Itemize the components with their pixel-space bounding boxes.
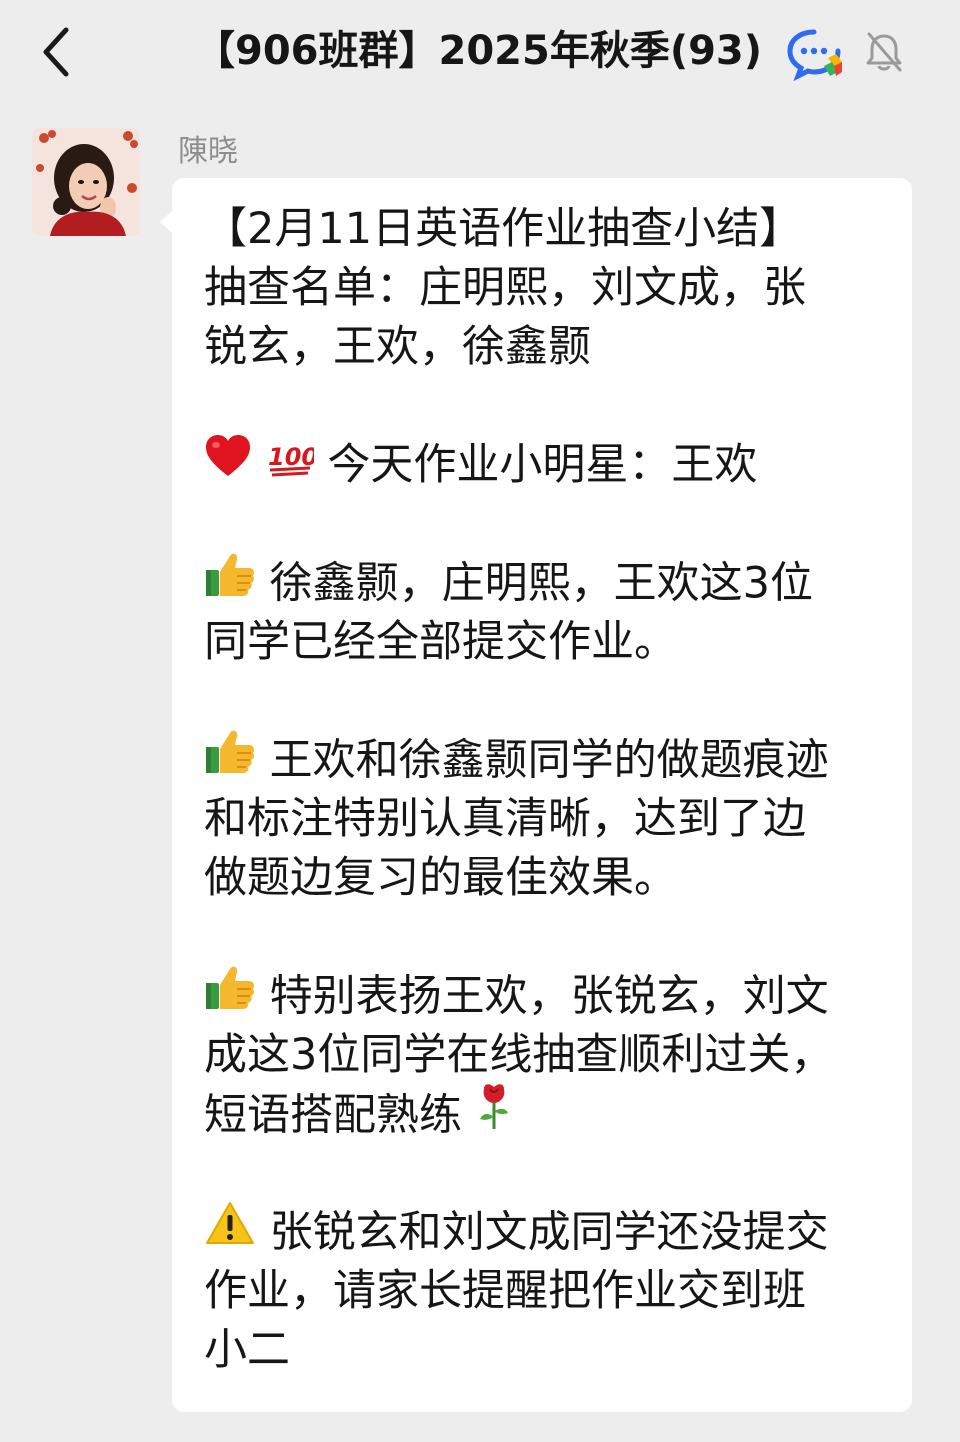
thumbs-up-emoji (204, 727, 256, 791)
bell-muted-icon (864, 30, 904, 74)
hundred-points-emoji: 100 (266, 434, 318, 494)
message-line: 徐鑫颢，庄明熙，王欢这3位 (204, 553, 884, 613)
message-line-text: 今天作业小明星：王欢 (327, 440, 758, 490)
message-line-text: 徐鑫颢，庄明熙，王欢这3位 (269, 558, 814, 609)
message-line: 【2月11日英语作业抽查小结】 (204, 204, 803, 254)
group-chat-icon[interactable] (784, 26, 844, 82)
red-heart-emoji (204, 434, 252, 494)
message-line: 王欢和徐鑫颢同学的做题痕迹 (204, 730, 884, 790)
message-line-text: 王欢和徐鑫颢同学的做题痕迹 (269, 735, 829, 786)
message-line: 成这3位同学在线抽查顺利过关， (204, 1030, 834, 1080)
message-line: 小二 (204, 1325, 290, 1375)
rose-emoji (476, 1081, 512, 1147)
thumbs-up-emoji (204, 550, 256, 614)
back-button[interactable] (30, 22, 86, 82)
message-line-text: 短语搭配熟练 (204, 1090, 462, 1141)
chevron-left-icon (43, 27, 69, 77)
chat-header: 【906班群】2025年秋季(93) (0, 0, 960, 104)
message-line: 和标注特别认真清晰，达到了边 (204, 794, 806, 844)
warning-emoji (204, 1199, 256, 1263)
message-line: 抽查名单：庄明熙，刘文成，张 (204, 263, 806, 313)
avatar[interactable] (32, 128, 140, 236)
message-line-star: 100 今天作业小明星：王欢 (204, 434, 884, 495)
thumbs-up-emoji (204, 963, 256, 1027)
message-line: 做题边复习的最佳效果。 (204, 853, 677, 903)
message-line: 同学已经全部提交作业。 (204, 617, 677, 667)
sender-name: 陳晓 (178, 134, 238, 169)
message-line: 特别表扬王欢，张锐玄，刘文 (204, 966, 884, 1026)
message-line: 短语搭配熟练 (204, 1084, 884, 1144)
message-line-text: 特别表扬王欢，张锐玄，刘文 (269, 971, 829, 1022)
message-line: 锐玄，王欢，徐鑫颢 (204, 322, 591, 372)
avatar-photo (32, 128, 140, 236)
message-line-text: 张锐玄和刘文成同学还没提交 (269, 1207, 829, 1258)
message-line: 张锐玄和刘文成同学还没提交 (204, 1202, 884, 1262)
message-line: 作业，请家长提醒把作业交到班 (204, 1266, 806, 1316)
chat-title: 【906班群】2025年秋季(93) (195, 28, 763, 74)
message-text: 【2月11日英语作业抽查小结】 抽查名单：庄明熙，刘文成，张 锐玄，王欢，徐鑫颢… (204, 200, 884, 1380)
